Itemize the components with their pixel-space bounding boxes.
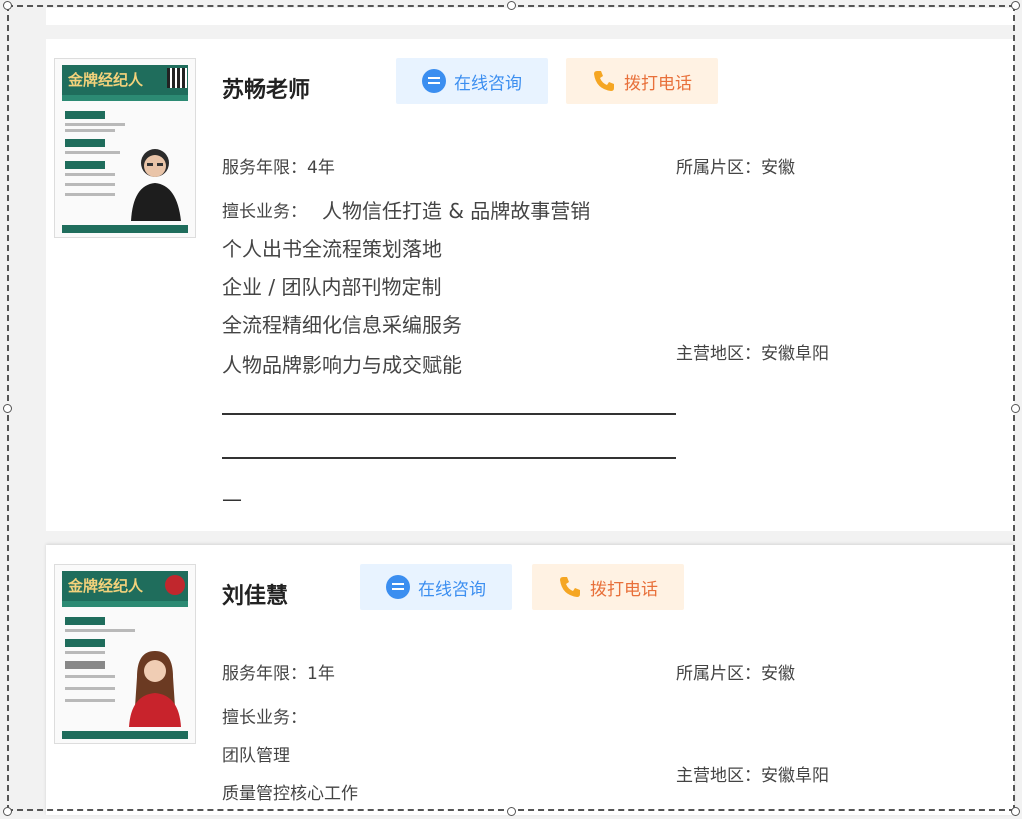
resize-handle[interactable] <box>1011 1 1020 10</box>
resize-handle[interactable] <box>507 1 516 10</box>
resize-handle[interactable] <box>1011 404 1020 413</box>
resize-handle[interactable] <box>1011 807 1020 816</box>
resize-handle[interactable] <box>507 807 516 816</box>
resize-handle[interactable] <box>3 1 12 10</box>
resize-handle[interactable] <box>3 404 12 413</box>
resize-handle[interactable] <box>3 807 12 816</box>
selection-frame[interactable] <box>7 5 1015 811</box>
